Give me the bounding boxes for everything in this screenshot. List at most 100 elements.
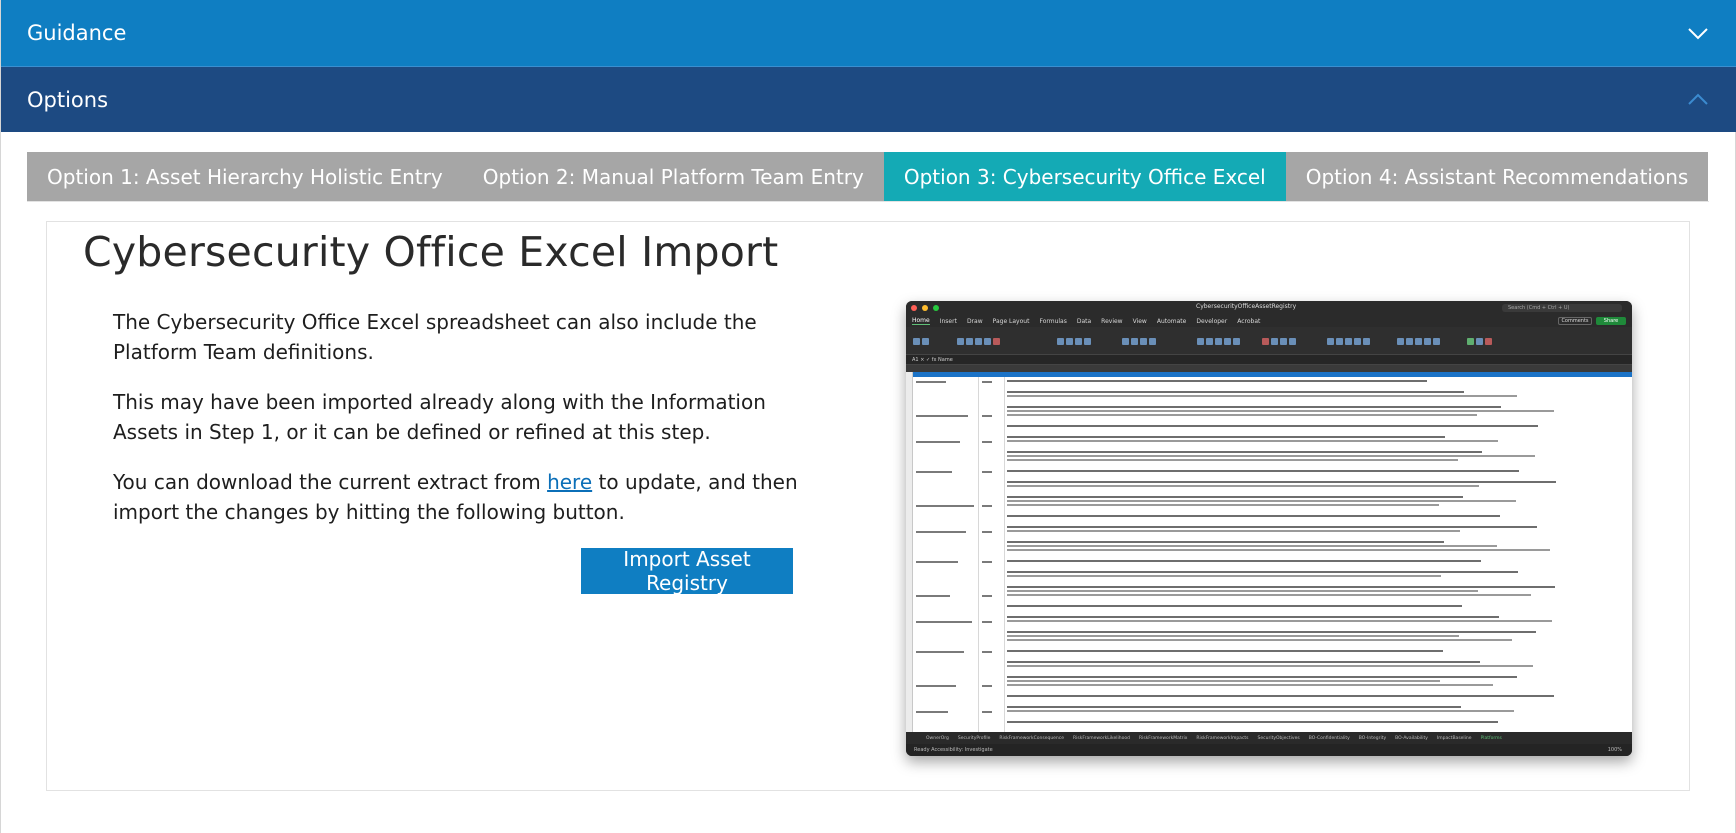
import-asset-registry-button[interactable]: Import Asset Registry	[581, 547, 793, 595]
sheet-text-line	[1007, 661, 1480, 663]
sheet-text-line	[1007, 414, 1477, 416]
excel-sheet-tab: SecurityProfile	[957, 735, 991, 741]
ribbon-cells-group	[1326, 331, 1371, 364]
excel-sheet-tab: BO-Availability	[1395, 735, 1428, 741]
sheet-name-cell	[916, 531, 966, 533]
sheet-text-line	[1007, 391, 1464, 393]
ribbon-number-group	[1196, 331, 1241, 364]
excel-formula-bar: A1 × ✓ fx Name	[906, 355, 1632, 365]
close-dot-icon	[911, 305, 917, 311]
sheet-shortname-cell	[982, 561, 992, 563]
sheet-text-line	[1007, 481, 1556, 483]
sheet-text-line	[1007, 455, 1535, 457]
sheet-text-line	[1007, 706, 1461, 708]
sheet-text-line	[1007, 530, 1460, 532]
excel-menu-item: Review	[1101, 317, 1123, 325]
excel-menu-item: Automate	[1156, 317, 1187, 325]
excel-header-row	[906, 372, 1632, 377]
sheet-shortname-cell	[982, 711, 992, 713]
excel-sheet-tabs: OwnerOrg SecurityProfile RiskFrameworkCo…	[906, 732, 1632, 744]
sheet-text-line	[1007, 436, 1445, 438]
excel-sheet-tab: ImpactBaseline	[1436, 735, 1472, 741]
sheet-name-cell	[916, 505, 974, 507]
excel-sheet-tab: BO-Integrity	[1358, 735, 1387, 741]
sheet-text-line	[1007, 684, 1493, 686]
sheet-name-cell	[916, 415, 968, 417]
excel-menu-item: Insert	[939, 317, 957, 325]
excel-menu-item: Data	[1076, 317, 1092, 325]
option-tabs: Option 1: Asset Hierarchy Holistic Entry…	[27, 152, 1709, 202]
sheet-name-cell	[916, 595, 950, 597]
sheet-text-line	[1007, 639, 1512, 641]
download-extract-link[interactable]: here	[547, 470, 592, 494]
sheet-text-line	[1007, 451, 1482, 453]
sheet-text-line	[1007, 586, 1555, 588]
sheet-shortname-cell	[982, 415, 992, 417]
ribbon-clipboard-group	[912, 331, 930, 364]
sheet-text-line	[1007, 616, 1499, 618]
minimize-dot-icon	[922, 305, 928, 311]
chevron-down-icon[interactable]	[1685, 20, 1711, 46]
excel-sheet-tab: Platforms	[1480, 735, 1502, 741]
sheet-shortname-cell	[982, 381, 992, 383]
option-3-panel: Cybersecurity Office Excel Import The Cy…	[46, 221, 1690, 791]
sheet-text-line	[1007, 665, 1533, 667]
sheet-text-line	[1007, 526, 1537, 528]
maximize-dot-icon	[933, 305, 939, 311]
tab-option-2[interactable]: Option 2: Manual Platform Team Entry	[462, 152, 884, 202]
sheet-text-line	[1007, 620, 1552, 622]
sheet-shortname-cell	[982, 621, 992, 623]
excel-sheet-tab: SecurityObjectives	[1257, 735, 1300, 741]
sheet-text-line	[1007, 560, 1481, 562]
guidance-accordion-header[interactable]: Guidance	[1, 0, 1736, 66]
options-title: Options	[27, 87, 109, 112]
ribbon-styles-group	[1261, 331, 1297, 364]
excel-status-bar: Ready Accessibility: Investigate	[906, 744, 1632, 756]
panel-description: The Cybersecurity Office Excel spreadshe…	[113, 307, 833, 547]
sheet-text-line	[1007, 571, 1518, 573]
sheet-text-line	[1007, 594, 1531, 596]
sheet-name-cell	[916, 711, 948, 713]
sheet-name-cell	[916, 685, 956, 687]
sheet-text-line	[1007, 425, 1538, 427]
sheet-text-line	[1007, 676, 1517, 678]
description-paragraph-2: This may have been imported already alon…	[113, 390, 766, 444]
sheet-text-line	[1007, 440, 1498, 442]
excel-screenshot-image: CybersecurityOfficeAssetRegistry Search …	[906, 301, 1632, 756]
sheet-text-line	[1007, 459, 1458, 461]
tab-option-3[interactable]: Option 3: Cybersecurity Office Excel	[883, 152, 1286, 202]
sheet-shortname-cell	[982, 531, 992, 533]
sheet-text-line	[1007, 545, 1497, 547]
excel-name-column	[913, 377, 979, 732]
ribbon-analyze-group	[1466, 331, 1493, 364]
tab-option-1[interactable]: Option 1: Asset Hierarchy Holistic Entry	[27, 152, 463, 202]
tab-option-4[interactable]: Option 4: Assistant Recommendations	[1285, 152, 1709, 202]
excel-menu-item: Formulas	[1039, 317, 1067, 325]
excel-menu: Home Insert Draw Page Layout Formulas Da…	[906, 315, 1632, 327]
sheet-shortname-cell	[982, 685, 992, 687]
ribbon-font-group	[956, 331, 1001, 364]
tabs-divider	[27, 201, 1709, 202]
sheet-text-line	[1007, 380, 1427, 382]
excel-sheet-tab: OwnerOrg	[926, 735, 949, 741]
sheet-text-line	[1007, 410, 1554, 412]
panel-title: Cybersecurity Office Excel Import	[83, 228, 779, 276]
sheet-text-line	[1007, 710, 1514, 712]
excel-menu-item: Draw	[966, 317, 983, 325]
chevron-up-icon[interactable]	[1685, 87, 1711, 113]
paragraph-3-before: You can download the current extract fro…	[113, 470, 548, 494]
sheet-shortname-cell	[982, 505, 992, 507]
ribbon-editing-group	[1396, 331, 1441, 364]
sheet-shortname-cell	[982, 471, 992, 473]
sheet-text-line	[1007, 504, 1439, 506]
sheet-name-cell	[916, 471, 952, 473]
sheet-text-line	[1007, 590, 1478, 592]
options-accordion-header[interactable]: Options	[1, 66, 1736, 132]
sheet-text-line	[1007, 695, 1554, 697]
sheet-text-line	[1007, 485, 1479, 487]
sheet-text-line	[1007, 635, 1459, 637]
sheet-text-line	[1007, 395, 1517, 397]
sheet-text-line	[1007, 406, 1501, 408]
excel-menu-item: Page Layout	[992, 317, 1030, 325]
sheet-text-line	[1007, 721, 1498, 723]
